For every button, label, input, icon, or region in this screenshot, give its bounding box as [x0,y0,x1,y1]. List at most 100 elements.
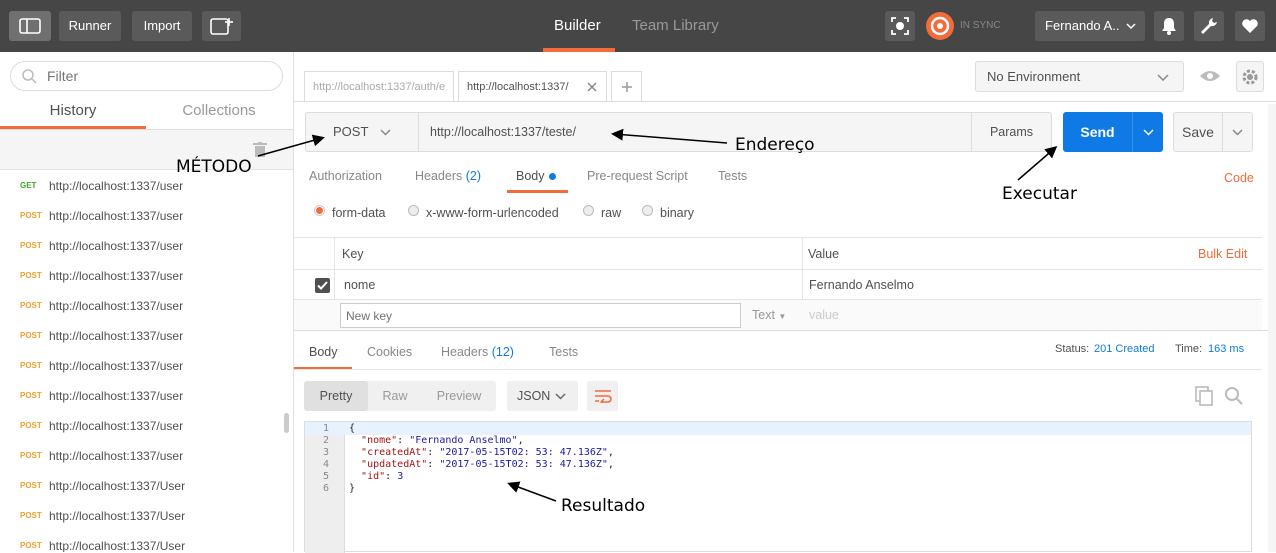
send-button-group: Send [1063,112,1163,152]
environment-settings-button[interactable] [1236,61,1264,92]
view-mode-group: Pretty Raw Preview [304,381,496,411]
radio-raw[interactable] [583,205,594,216]
history-item[interactable]: POST http://localhost:1337/user [0,261,280,291]
pretty-button[interactable]: Pretty [304,381,368,411]
line-number: 5 [323,471,330,482]
tab-collections[interactable]: Collections [146,102,292,130]
format-select[interactable]: JSON [507,381,578,411]
line-text: "createdAt": "2017-05-15T02: 53: 47.136Z… [361,447,614,458]
new-value-input[interactable]: value [809,308,839,322]
params-button[interactable]: Params [971,113,1051,151]
plus-icon [621,82,632,92]
tab-builder[interactable]: Builder [554,0,604,52]
import-button[interactable]: Import [132,11,192,41]
line-number: 1 [323,423,330,434]
response-tab-headers[interactable]: Headers (12) [441,345,514,359]
send-dropdown[interactable] [1132,112,1163,152]
radio-binary[interactable] [642,205,653,216]
main-scrollbar[interactable] [1268,104,1276,552]
history-item-method: POST [20,451,42,460]
interceptor-button[interactable] [885,11,915,41]
send-label: Send [1080,124,1115,140]
response-editor[interactable]: 1{2 "nome": "Fernando Anselmo", 3 "create… [304,421,1252,553]
history-item[interactable]: POST http://localhost:1337/user [0,381,280,411]
history-item-url: http://localhost:1337/user [49,179,184,193]
close-icon[interactable] [587,82,597,92]
method-select[interactable]: POST [306,113,419,151]
filter-input-wrapper[interactable] [10,61,283,91]
user-menu[interactable]: Fernando A.. [1035,11,1145,41]
new-tab-button[interactable] [611,71,642,102]
tab-body[interactable]: Body [516,169,545,183]
settings-button[interactable] [1194,11,1224,41]
history-item[interactable]: POST http://localhost:1337/User [0,531,280,552]
sidebar-toggle-icon [19,18,41,34]
runner-button[interactable]: Runner [59,11,121,41]
preview-button[interactable]: Preview [422,381,496,411]
history-item-method: POST [20,271,42,280]
sync-icon [926,12,954,40]
history-item[interactable]: POST http://localhost:1337/User [0,471,280,501]
checkbox-icon[interactable] [315,278,330,293]
request-tab[interactable]: http://localhost:1337/auth/e [304,71,454,102]
tab-authorization[interactable]: Authorization [309,169,382,183]
history-item-method: POST [20,421,42,430]
new-row: Text ▼ value [294,300,1262,331]
send-button[interactable]: Send [1063,112,1132,152]
request-tab-active[interactable]: http://localhost:1337/ [458,71,607,102]
history-item[interactable]: POST http://localhost:1337/user [0,291,280,321]
bulk-edit-link[interactable]: Bulk Edit [1198,247,1247,261]
row-key[interactable]: nome [344,278,375,292]
wrap-icon [594,390,612,403]
environment-select[interactable]: No Environment [975,61,1184,92]
code-line: 4 "updatedAt": "2017-05-15T02: 53: 47.13… [305,459,1245,471]
history-item[interactable]: POST http://localhost:1337/user [0,201,280,231]
sidebar-toggle-button[interactable] [9,11,51,41]
history-item[interactable]: POST http://localhost:1337/user [0,321,280,351]
gear-icon [1242,69,1258,85]
annotation-resultado: Resultado [561,496,646,516]
response-tab-body[interactable]: Body [309,345,338,359]
filter-input[interactable] [47,67,267,85]
code-line: 2 "nome": "Fernando Anselmo", [305,435,1245,447]
tab-headers[interactable]: Headers (2) [415,169,481,183]
raw-button[interactable]: Raw [368,381,422,411]
interceptor-icon [891,17,909,35]
code-link[interactable]: Code [1224,171,1254,185]
time-value: 163 ms [1208,343,1245,355]
copy-icon[interactable] [1195,386,1213,406]
history-item[interactable]: POST http://localhost:1337/user [0,441,280,471]
history-item[interactable]: POST http://localhost:1337/user [0,351,280,381]
tab-pre-request-script[interactable]: Pre-request Script [587,169,688,183]
save-button[interactable]: Save [1174,113,1222,151]
trash-icon[interactable] [253,142,267,158]
response-tab-tests[interactable]: Tests [549,345,578,359]
history-item[interactable]: POST http://localhost:1337/user [0,411,280,441]
sidebar-scrollbar[interactable] [284,413,289,433]
tab-tests[interactable]: Tests [718,169,747,183]
new-window-button[interactable] [202,11,241,41]
row-value[interactable]: Fernando Anselmo [809,278,914,292]
history-item[interactable]: POST http://localhost:1337/user [0,231,280,261]
radio-urlencoded[interactable] [408,205,419,216]
notifications-button[interactable] [1154,11,1184,41]
tab-team-library[interactable]: Team Library [632,0,719,52]
response-tab-cookies[interactable]: Cookies [367,345,412,359]
tab-body-label: Body [516,169,545,183]
request-tab-label: http://localhost:1337/ [467,81,569,93]
search-icon[interactable] [1224,386,1244,406]
save-dropdown[interactable] [1222,113,1252,151]
favorite-button[interactable] [1235,11,1265,41]
line-number: 6 [323,483,330,494]
form-table-header: Key Value Bulk Edit [294,238,1262,270]
new-key-input[interactable] [340,303,741,328]
chevron-down-icon [1157,74,1169,81]
bell-icon [1162,18,1176,35]
code-line: 3 "createdAt": "2017-05-15T02: 53: 47.13… [305,447,1245,459]
wrap-button[interactable] [587,381,618,411]
history-item[interactable]: POST http://localhost:1337/User [0,501,280,531]
sync-button[interactable] [925,11,955,41]
radio-form-data[interactable] [314,205,325,216]
eye-icon[interactable] [1199,69,1221,83]
type-select[interactable]: Text ▼ [752,308,786,322]
